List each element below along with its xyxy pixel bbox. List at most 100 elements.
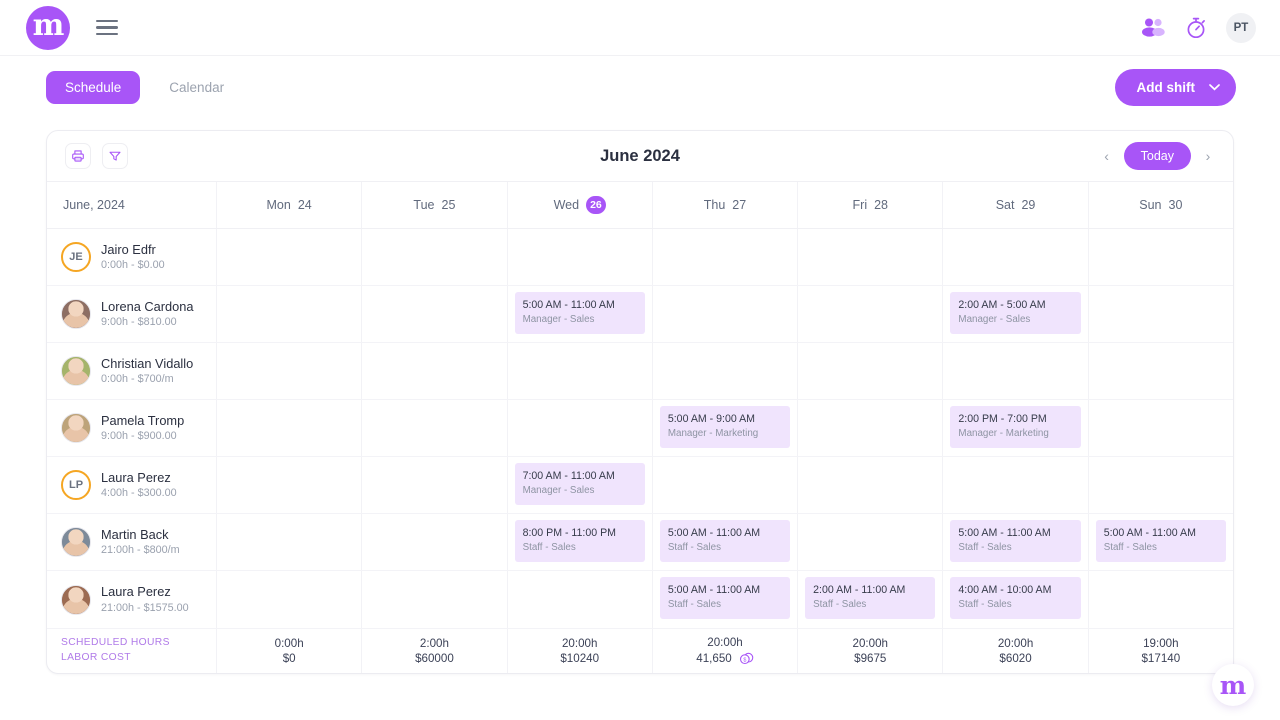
schedule-cell[interactable]: 2:00 PM - 7:00 PMManager - Marketing [943, 400, 1088, 456]
avatar [61, 299, 91, 329]
schedule-cell[interactable] [217, 400, 362, 456]
prev-week-button[interactable]: ‹ [1100, 148, 1114, 164]
schedule-cell[interactable]: 5:00 AM - 11:00 AMManager - Sales [508, 286, 653, 342]
shift-card[interactable]: 8:00 PM - 11:00 PMStaff - Sales [515, 520, 645, 562]
schedule-cell[interactable] [943, 343, 1088, 399]
schedule-cell[interactable] [217, 457, 362, 513]
summary-cost-label: LABOR COST [61, 651, 216, 666]
tab-schedule[interactable]: Schedule [46, 71, 140, 104]
schedule-cell[interactable] [943, 229, 1088, 285]
schedule-cell[interactable]: 8:00 PM - 11:00 PMStaff - Sales [508, 514, 653, 570]
schedule-cell[interactable] [508, 343, 653, 399]
schedule-cell[interactable] [362, 343, 507, 399]
avatar-photo [62, 528, 90, 556]
schedule-cell[interactable] [653, 229, 798, 285]
day-header-sun[interactable]: Sun30 [1089, 182, 1233, 228]
schedule-cell[interactable] [943, 457, 1088, 513]
schedule-cell[interactable] [217, 571, 362, 628]
schedule-cell[interactable] [362, 457, 507, 513]
schedule-cell[interactable] [798, 400, 943, 456]
shift-card[interactable]: 5:00 AM - 11:00 AMStaff - Sales [1096, 520, 1226, 562]
day-header-fri[interactable]: Fri28 [798, 182, 943, 228]
today-button[interactable]: Today [1124, 142, 1191, 170]
shift-card[interactable]: 4:00 AM - 10:00 AMStaff - Sales [950, 577, 1080, 619]
shift-card[interactable]: 7:00 AM - 11:00 AMManager - Sales [515, 463, 645, 505]
schedule-cell[interactable] [362, 229, 507, 285]
people-icon[interactable] [1140, 17, 1166, 39]
schedule-cell[interactable]: 5:00 AM - 11:00 AMStaff - Sales [943, 514, 1088, 570]
hamburger-menu-icon[interactable] [96, 20, 118, 36]
next-week-button[interactable]: › [1201, 148, 1215, 164]
schedule-cell[interactable] [217, 514, 362, 570]
schedule-cell[interactable] [508, 571, 653, 628]
schedule-cell[interactable] [217, 343, 362, 399]
schedule-cell[interactable]: 4:00 AM - 10:00 AMStaff - Sales [943, 571, 1088, 628]
print-icon[interactable] [65, 143, 91, 169]
shift-card[interactable]: 2:00 AM - 5:00 AMManager - Sales [950, 292, 1080, 334]
schedule-cell[interactable]: 2:00 AM - 5:00 AMManager - Sales [943, 286, 1088, 342]
employee-cell[interactable]: LPLaura Perez4:00h - $300.00 [47, 457, 217, 513]
employee-cell[interactable]: Pamela Tromp9:00h - $900.00 [47, 400, 217, 456]
stopwatch-icon[interactable] [1184, 16, 1208, 40]
user-avatar[interactable]: PT [1226, 13, 1256, 43]
employee-name: Jairo Edfr [101, 241, 165, 258]
schedule-cell[interactable] [217, 286, 362, 342]
schedule-cell[interactable]: 5:00 AM - 11:00 AMStaff - Sales [1089, 514, 1233, 570]
shift-card[interactable]: 2:00 AM - 11:00 AMStaff - Sales [805, 577, 935, 619]
employee-info: Christian Vidallo0:00h - $700/m [101, 355, 193, 387]
schedule-cell[interactable] [798, 286, 943, 342]
add-shift-button[interactable]: Add shift [1115, 69, 1237, 106]
shift-card[interactable]: 5:00 AM - 11:00 AMStaff - Sales [660, 520, 790, 562]
day-header-tue[interactable]: Tue25 [362, 182, 507, 228]
schedule-cell[interactable] [1089, 229, 1233, 285]
day-header-thu[interactable]: Thu27 [653, 182, 798, 228]
day-header-mon[interactable]: Mon24 [217, 182, 362, 228]
day-header-sat[interactable]: Sat29 [943, 182, 1088, 228]
schedule-cell[interactable] [1089, 400, 1233, 456]
summary-cell: 20:00h$6020 [943, 629, 1088, 673]
schedule-cell[interactable] [798, 343, 943, 399]
employee-cell[interactable]: JEJairo Edfr0:00h - $0.00 [47, 229, 217, 285]
shift-card[interactable]: 5:00 AM - 11:00 AMManager - Sales [515, 292, 645, 334]
schedule-cell[interactable] [362, 286, 507, 342]
schedule-cell[interactable] [217, 229, 362, 285]
schedule-cell[interactable] [508, 400, 653, 456]
avatar [61, 585, 91, 615]
employee-cell[interactable]: Laura Perez21:00h - $1575.00 [47, 571, 217, 628]
schedule-cell[interactable]: 5:00 AM - 9:00 AMManager - Marketing [653, 400, 798, 456]
employee-cell[interactable]: Martin Back21:00h - $800/m [47, 514, 217, 570]
schedule-cell[interactable] [1089, 571, 1233, 628]
schedule-cell[interactable] [362, 571, 507, 628]
schedule-cell[interactable] [798, 229, 943, 285]
schedule-cell[interactable] [1089, 457, 1233, 513]
employee-cell[interactable]: Christian Vidallo0:00h - $700/m [47, 343, 217, 399]
schedule-cell[interactable]: 5:00 AM - 11:00 AMStaff - Sales [653, 571, 798, 628]
schedule-cell[interactable]: 5:00 AM - 11:00 AMStaff - Sales [653, 514, 798, 570]
tab-calendar[interactable]: Calendar [150, 71, 243, 104]
shift-card[interactable]: 2:00 PM - 7:00 PMManager - Marketing [950, 406, 1080, 448]
brand-logo[interactable]: m [26, 6, 70, 50]
employee-cell[interactable]: Lorena Cardona9:00h - $810.00 [47, 286, 217, 342]
shift-card[interactable]: 5:00 AM - 11:00 AMStaff - Sales [950, 520, 1080, 562]
shift-card[interactable]: 5:00 AM - 11:00 AMStaff - Sales [660, 577, 790, 619]
schedule-cell[interactable] [1089, 286, 1233, 342]
day-header-wed[interactable]: Wed26 [508, 182, 653, 228]
schedule-cell[interactable] [798, 457, 943, 513]
grid-header-name-column: June, 2024 [47, 182, 217, 228]
schedule-card: June 2024 ‹ Today › June, 2024 Mon24Tue2… [46, 130, 1234, 674]
schedule-cell[interactable] [653, 286, 798, 342]
schedule-cell[interactable] [1089, 343, 1233, 399]
schedule-cell[interactable] [653, 457, 798, 513]
shift-card[interactable]: 5:00 AM - 9:00 AMManager - Marketing [660, 406, 790, 448]
filter-icon[interactable] [102, 143, 128, 169]
schedule-cell[interactable]: 7:00 AM - 11:00 AMManager - Sales [508, 457, 653, 513]
grid-header: June, 2024 Mon24Tue25Wed26Thu27Fri28Sat2… [47, 181, 1233, 229]
schedule-cell[interactable] [508, 229, 653, 285]
schedule-cell[interactable]: 2:00 AM - 11:00 AMStaff - Sales [798, 571, 943, 628]
schedule-cell[interactable] [362, 400, 507, 456]
table-row: Lorena Cardona9:00h - $810.00 5:00 AM - 1… [47, 286, 1233, 343]
schedule-cell[interactable] [653, 343, 798, 399]
schedule-cell[interactable] [362, 514, 507, 570]
schedule-cell[interactable] [798, 514, 943, 570]
employee-meta: 0:00h - $700/m [101, 372, 193, 387]
